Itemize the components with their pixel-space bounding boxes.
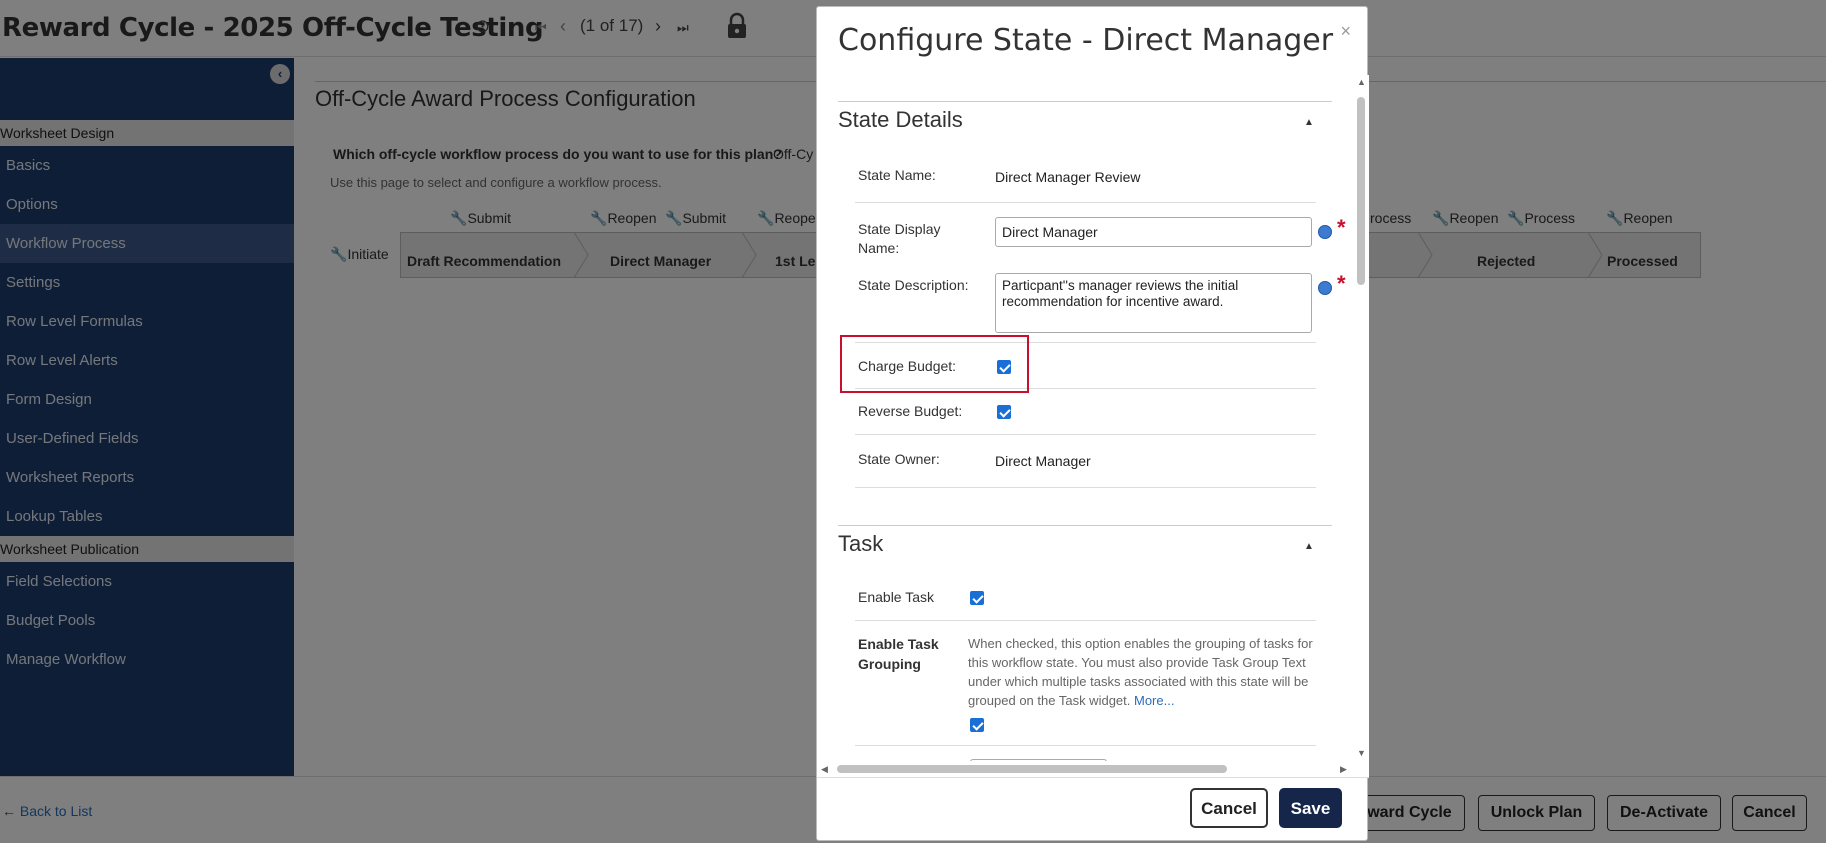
row-divider: [855, 620, 1316, 621]
required-asterisk: *: [1337, 271, 1346, 296]
caret-up-icon[interactable]: ▲: [1304, 541, 1314, 552]
caret-up-icon[interactable]: ▲: [1304, 117, 1314, 128]
charge-budget-highlight: [840, 335, 1029, 393]
reverse-budget-label: Reverse Budget:: [858, 403, 963, 419]
scroll-right-icon[interactable]: ▶: [1340, 764, 1347, 775]
display-name-input[interactable]: [995, 217, 1312, 247]
reverse-budget-checkbox[interactable]: [997, 405, 1011, 419]
dialog-cancel-button[interactable]: Cancel: [1190, 788, 1268, 828]
dialog-save-button[interactable]: Save: [1279, 788, 1342, 828]
section-divider: [838, 525, 1332, 526]
globe-icon[interactable]: [1318, 225, 1332, 239]
enable-task-label: Enable Task: [858, 589, 935, 605]
state-name-label: State Name:: [858, 167, 936, 183]
row-divider: [855, 487, 1316, 488]
task-heading[interactable]: Task: [838, 531, 883, 557]
vertical-scroll-thumb[interactable]: [1357, 97, 1365, 285]
description-label: State Description:: [858, 277, 969, 293]
display-name-label: State Display Name:: [858, 221, 941, 256]
scroll-down-icon[interactable]: ▼: [1357, 748, 1366, 758]
task-grouping-label: Enable Task Grouping: [858, 636, 939, 672]
globe-icon[interactable]: [1318, 281, 1332, 295]
task-grouping-checkbox[interactable]: [970, 718, 984, 732]
required-asterisk: *: [1337, 215, 1346, 240]
more-link[interactable]: More...: [1134, 693, 1174, 708]
row-divider: [855, 745, 1316, 746]
horizontal-scroll-thumb[interactable]: [837, 765, 1227, 773]
state-owner-label: State Owner:: [858, 451, 940, 467]
dialog-title: Configure State - Direct Manager: [838, 23, 1334, 58]
section-divider: [838, 101, 1332, 102]
configure-state-dialog: Configure State - Direct Manager × State…: [816, 6, 1369, 841]
task-grouping-description: When checked, this option enables the gr…: [968, 636, 1313, 708]
row-divider: [855, 202, 1316, 203]
scroll-left-icon[interactable]: ◀: [821, 764, 828, 775]
row-divider: [855, 434, 1316, 435]
state-details-heading[interactable]: State Details: [838, 107, 963, 133]
scroll-up-icon[interactable]: ▲: [1357, 77, 1366, 87]
state-name-value: Direct Manager Review: [995, 169, 1141, 185]
state-owner-value: Direct Manager: [995, 453, 1091, 469]
enable-task-checkbox[interactable]: [970, 591, 984, 605]
dialog-body: State Details ▲ State Name: Direct Manag…: [817, 75, 1353, 761]
close-icon[interactable]: ×: [1340, 21, 1351, 42]
dialog-footer-divider: [817, 777, 1369, 778]
description-textarea[interactable]: Particpant''s manager reviews the initia…: [995, 273, 1312, 333]
